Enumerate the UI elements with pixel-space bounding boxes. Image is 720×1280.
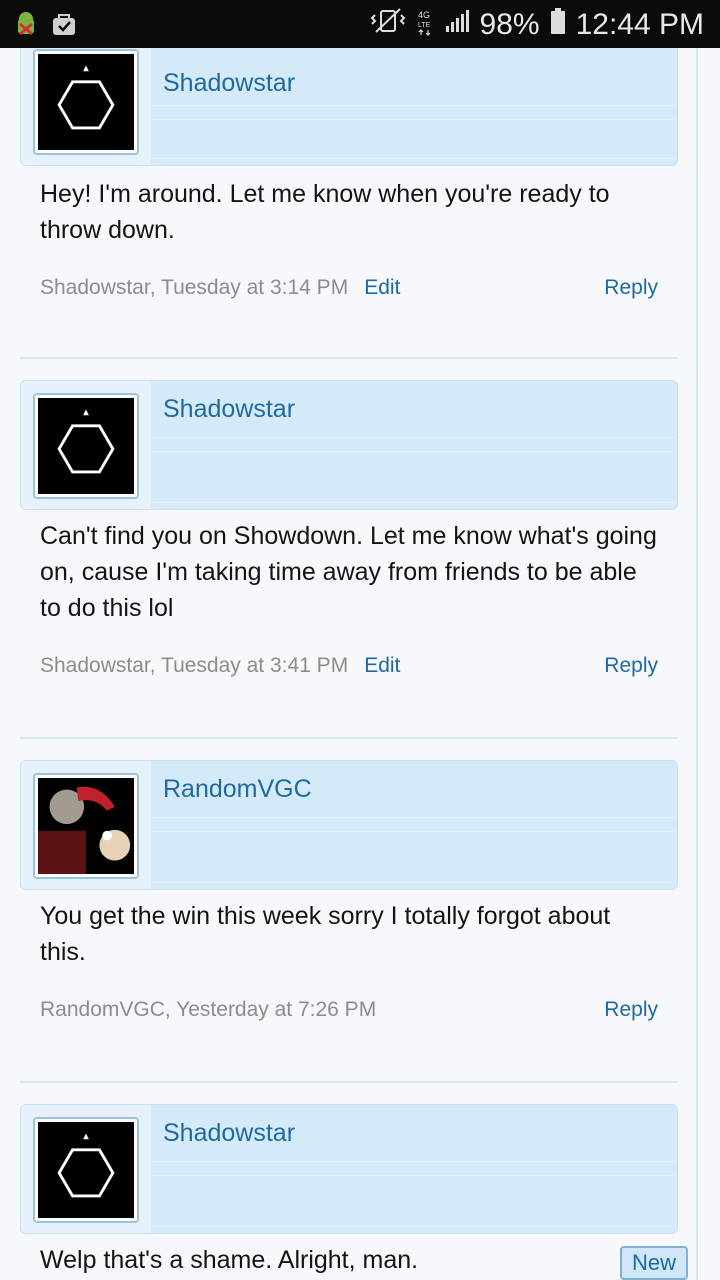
post: RandomVGC You get the win this week sorr… [20, 760, 678, 1028]
clock: 12:44 PM [575, 8, 704, 41]
vibrate-mute-icon [370, 6, 406, 44]
post-message: Hey! I'm around. Let me know when you're… [40, 180, 610, 244]
post-separator [20, 357, 678, 359]
post-author-date: RandomVGC, Yesterday at 7:26 PM [40, 998, 377, 1021]
edit-link[interactable]: Edit [364, 654, 400, 677]
post: Shadowstar Welp that's a shame. Alright,… [20, 1104, 678, 1278]
user-bar: Shadowstar [20, 48, 678, 166]
avatar[interactable] [33, 1117, 139, 1223]
battery-percent: 98% [479, 8, 540, 41]
post: Shadowstar Hey! I'm around. Let me know … [20, 48, 678, 306]
post-message: Welp that's a shame. Alright, man. [40, 1246, 419, 1274]
post-separator [20, 737, 678, 739]
post-meta: RandomVGC, Yesterday at 7:26 PM Reply [20, 998, 678, 1028]
status-bar: 4G LTE 98% 12:44 PM [0, 0, 720, 48]
username-link[interactable]: Shadowstar [163, 395, 295, 424]
svg-text:LTE: LTE [418, 22, 431, 29]
username-link[interactable]: Shadowstar [163, 69, 295, 98]
post-meta: Shadowstar, Tuesday at 3:14 PM Edit Reply [20, 276, 678, 306]
edit-link[interactable]: Edit [364, 276, 400, 299]
android-debug-icon [12, 10, 40, 43]
post-author-date: Shadowstar, Tuesday at 3:41 PM [40, 654, 349, 677]
post-author-date: Shadowstar, Tuesday at 3:14 PM [40, 276, 349, 299]
post-message: You get the win this week sorry I totall… [40, 902, 611, 966]
photo-avatar-icon [38, 778, 134, 874]
user-bar: Shadowstar [20, 380, 678, 510]
avatar[interactable] [33, 773, 139, 879]
username-link[interactable]: RandomVGC [163, 775, 312, 804]
battery-icon [550, 7, 566, 43]
user-bar: RandomVGC [20, 760, 678, 890]
page-border [696, 48, 698, 1280]
hexagon-avatar-icon [57, 65, 115, 130]
post-message: Can't find you on Showdown. Let me know … [40, 522, 657, 622]
hexagon-avatar-icon [57, 1133, 115, 1198]
reply-link[interactable]: Reply [604, 276, 658, 300]
post-separator [20, 1081, 678, 1083]
store-bag-icon [50, 10, 78, 43]
avatar[interactable] [33, 393, 139, 499]
avatar[interactable] [33, 49, 139, 155]
reply-link[interactable]: Reply [604, 998, 658, 1022]
post-meta: Shadowstar, Tuesday at 3:41 PM Edit Reply [20, 654, 678, 684]
username-link[interactable]: Shadowstar [163, 1119, 295, 1148]
signal-icon [444, 8, 470, 42]
network-type-icon: 4G LTE [416, 6, 434, 44]
hexagon-avatar-icon [57, 409, 115, 474]
post: Shadowstar Can't find you on Showdown. L… [20, 380, 678, 684]
user-bar: Shadowstar [20, 1104, 678, 1234]
reply-link[interactable]: Reply [604, 654, 658, 678]
new-posts-button[interactable]: New [620, 1246, 688, 1280]
svg-text:4G: 4G [418, 10, 430, 20]
thread-page: Shadowstar Hey! I'm around. Let me know … [0, 48, 720, 1280]
